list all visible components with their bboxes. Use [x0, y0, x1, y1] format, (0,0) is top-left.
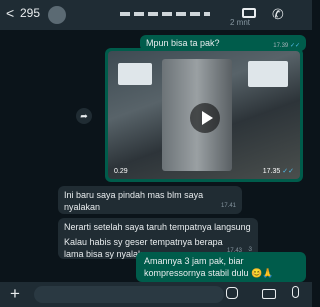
message-text: Mpun bisa ta pak? [146, 38, 220, 48]
camera-icon[interactable] [262, 289, 276, 299]
avatar[interactable] [48, 6, 66, 24]
play-icon[interactable] [190, 103, 220, 133]
store-sign [118, 63, 152, 85]
outgoing-message[interactable]: Amannya 3 jam pak, biar kompressornya st… [136, 252, 306, 282]
store-sign [248, 61, 288, 87]
video-duration: 0.29 [114, 168, 128, 175]
video-call-icon[interactable] [242, 8, 256, 18]
message-input[interactable] [34, 286, 224, 303]
message-input-bar: + [0, 282, 312, 307]
video-thumbnail[interactable]: 0.29 17.35 ✓✓ [108, 51, 300, 179]
message-time: 17.35 ✓✓ [262, 168, 294, 175]
peek-label: 2 mnt [230, 18, 251, 27]
sticker-icon[interactable] [226, 287, 238, 299]
unread-count[interactable]: 295 [20, 6, 40, 20]
read-ticks-icon: ✓✓ [282, 168, 294, 175]
message-text: Amannya 3 jam pak, biar kompressornya st… [144, 256, 274, 278]
outgoing-video-message[interactable]: 0.29 17.35 ✓✓ [105, 48, 303, 182]
microphone-icon[interactable] [292, 286, 299, 298]
back-arrow-icon[interactable]: < [6, 5, 14, 21]
incoming-message[interactable]: Ini baru saya pindah mas blm saya nyalak… [58, 186, 242, 214]
forward-icon[interactable]: ➦ [76, 108, 92, 124]
message-text: Ini baru saya pindah mas blm saya nyalak… [64, 190, 204, 212]
plus-icon[interactable]: + [10, 284, 20, 304]
voice-call-icon[interactable]: ✆ [272, 6, 284, 23]
contact-name-redacted[interactable] [120, 12, 210, 16]
message-time: 17.41 [220, 203, 236, 209]
chat-header: < 295 2 mnt ✆ [0, 0, 312, 30]
